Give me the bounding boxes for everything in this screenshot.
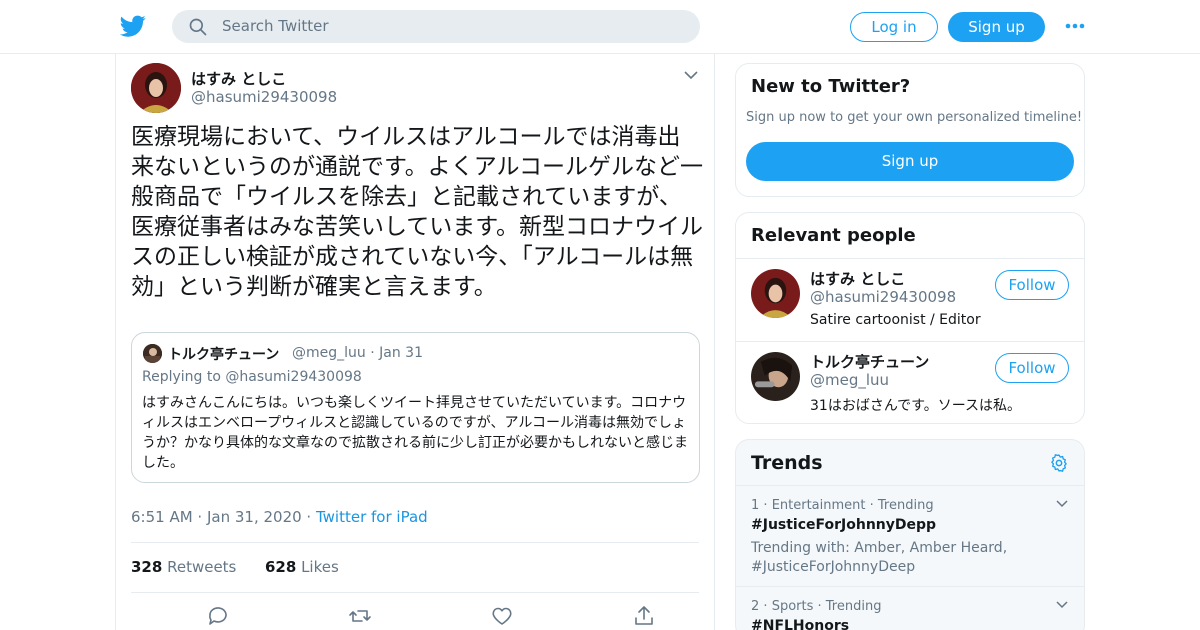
- tweet-date[interactable]: Jan 31, 2020: [207, 508, 302, 526]
- tweet-actions: [131, 604, 699, 630]
- quoted-author-avatar: [143, 344, 162, 363]
- tweet-metadata: 6:51 AM · Jan 31, 2020 · Twitter for iPa…: [131, 508, 428, 526]
- trend-meta: 1 · Entertainment · Trending: [751, 498, 934, 513]
- tweet-time[interactable]: 6:51 AM: [131, 508, 193, 526]
- twitter-bird-icon[interactable]: [120, 13, 146, 39]
- trend-category: Entertainment: [771, 498, 866, 513]
- replying-to-label: Replying to: [142, 369, 221, 385]
- signup-card-button[interactable]: Sign up: [746, 142, 1074, 181]
- chevron-down-icon[interactable]: [684, 70, 698, 80]
- trend-rank: 1: [751, 498, 760, 513]
- trends-card: Trends 1 · Entertainment · Trending #Jus…: [735, 439, 1085, 630]
- quoted-tweet-text: はすみさんこんにちは。いつも楽しくツイート拝見させていただいています。コロナウィ…: [142, 395, 688, 471]
- trend-name[interactable]: #JusticeForJohnnyDepp: [751, 517, 936, 533]
- tweet-detail-panel: はすみ としこ @hasumi29430098 医療現場において、ウイルスはアル…: [115, 54, 715, 630]
- quoted-date: Jan 31: [379, 345, 423, 361]
- trends-title: Trends: [751, 452, 823, 474]
- retweets-count: 328: [131, 558, 163, 576]
- search-input[interactable]: Search Twitter: [172, 10, 700, 43]
- like-icon[interactable]: [490, 604, 514, 628]
- signup-card-subtitle: Sign up now to get your own personalized…: [746, 110, 1083, 125]
- relevant-people-card: Relevant people はすみ としこ @hasumi29430098 …: [735, 212, 1085, 424]
- more-dots-icon[interactable]: [1065, 21, 1085, 31]
- person-bio: Satire cartoonist / Editor: [810, 312, 981, 328]
- top-navigation-bar: Search Twitter Log in Sign up: [0, 0, 1200, 54]
- divider: [131, 542, 699, 543]
- author-handle[interactable]: @hasumi29430098: [191, 88, 337, 106]
- retweet-icon[interactable]: [348, 604, 372, 628]
- gear-icon[interactable]: [1049, 453, 1069, 473]
- search-placeholder: Search Twitter: [222, 17, 329, 35]
- retweets-stat[interactable]: 328 Retweets: [131, 558, 236, 576]
- person-row[interactable]: はすみ としこ @hasumi29430098 Satire cartoonis…: [736, 258, 1084, 341]
- quoted-handle-date: @meg_luu · Jan 31: [292, 345, 423, 361]
- author-avatar[interactable]: [131, 63, 181, 113]
- signup-card-title: New to Twitter?: [751, 76, 911, 97]
- quoted-author-handle: @meg_luu: [292, 345, 366, 361]
- tweet-stats: 328 Retweets 628 Likes: [131, 558, 339, 576]
- follow-button[interactable]: Follow: [995, 270, 1069, 300]
- likes-stat[interactable]: 628 Likes: [265, 558, 339, 576]
- signup-button[interactable]: Sign up: [948, 12, 1045, 42]
- share-icon[interactable]: [632, 604, 656, 628]
- trend-name[interactable]: #NFLHonors: [751, 618, 849, 630]
- replying-to: Replying to @hasumi29430098: [142, 369, 362, 385]
- divider: [131, 592, 699, 593]
- trend-item[interactable]: 2 · Sports · Trending #NFLHonors: [736, 586, 1084, 630]
- trend-status: Trending: [825, 599, 882, 614]
- person-handle[interactable]: @hasumi29430098: [810, 288, 956, 306]
- chevron-down-icon[interactable]: [1056, 500, 1068, 508]
- retweets-label: Retweets: [167, 558, 237, 576]
- trend-item[interactable]: 1 · Entertainment · Trending #JusticeFor…: [736, 485, 1084, 586]
- trend-category: Sports: [771, 599, 814, 614]
- replying-to-handle[interactable]: @hasumi29430098: [225, 369, 361, 385]
- person-bio: 31はおばさんです。ソースは私。: [810, 398, 1022, 414]
- person-avatar[interactable]: [751, 352, 800, 401]
- quoted-author-name: トルク亭チューン: [168, 347, 280, 363]
- trend-rank: 2: [751, 599, 760, 614]
- search-icon: [189, 18, 207, 36]
- relevant-people-title: Relevant people: [751, 225, 916, 246]
- person-avatar[interactable]: [751, 269, 800, 318]
- login-button[interactable]: Log in: [850, 12, 938, 42]
- tweet-source[interactable]: Twitter for iPad: [316, 508, 428, 526]
- tweet-text: 医療現場において、ウイルスはアルコールでは消毒出来ないというのが通説です。よくア…: [131, 124, 704, 300]
- person-handle[interactable]: @meg_luu: [810, 371, 889, 389]
- trend-meta: 2 · Sports · Trending: [751, 599, 882, 614]
- likes-label: Likes: [301, 558, 339, 576]
- quoted-tweet[interactable]: トルク亭チューン @meg_luu · Jan 31 Replying to @…: [131, 332, 700, 483]
- author-name[interactable]: はすみ としこ: [191, 68, 286, 89]
- person-name[interactable]: トルク亭チューン: [810, 351, 929, 372]
- chevron-down-icon[interactable]: [1056, 601, 1068, 609]
- reply-icon[interactable]: [206, 604, 230, 628]
- follow-button[interactable]: Follow: [995, 353, 1069, 383]
- signup-card: New to Twitter? Sign up now to get your …: [735, 63, 1085, 197]
- trend-status: Trending: [877, 498, 934, 513]
- person-name[interactable]: はすみ としこ: [810, 268, 905, 289]
- person-row[interactable]: トルク亭チューン @meg_luu 31はおばさんです。ソースは私。 Follo…: [736, 341, 1084, 423]
- likes-count: 628: [264, 558, 297, 576]
- trend-with: Trending with: Amber, Amber Heard, #Just…: [751, 540, 1008, 575]
